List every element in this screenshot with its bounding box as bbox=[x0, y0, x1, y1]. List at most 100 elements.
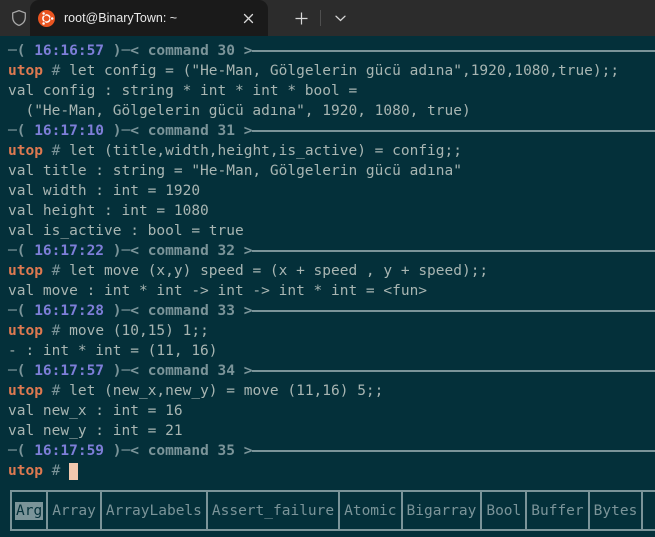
prompt-word: utop bbox=[8, 261, 43, 281]
output-line: val is_active : bool = true bbox=[8, 221, 655, 241]
prompt-header-line: ─( 16:17:59 )─< command 35 > bbox=[8, 441, 655, 461]
command-number-label: )─< command 31 > bbox=[104, 121, 252, 141]
separator-rule bbox=[252, 130, 655, 132]
prompt-header-line: ─( 16:17:57 )─< command 34 > bbox=[8, 361, 655, 381]
frame-text: ─( bbox=[8, 441, 34, 461]
separator-rule bbox=[252, 50, 655, 52]
command-number-label: )─< command 34 > bbox=[104, 361, 252, 381]
completion-bar-filler bbox=[643, 492, 655, 529]
output-text: val config : string * int * int * bool = bbox=[8, 81, 357, 101]
output-text: ("He-Man, Gölgelerin gücü adına", 1920, … bbox=[8, 101, 471, 121]
output-line: val new_x : int = 16 bbox=[8, 401, 655, 421]
command-number-label: )─< command 30 > bbox=[104, 41, 252, 61]
prompt-time: 16:17:22 bbox=[34, 241, 104, 261]
tab-title: root@BinaryTown: ~ bbox=[64, 11, 236, 25]
prompt-word: utop bbox=[8, 381, 43, 401]
output-text: val new_x : int = 16 bbox=[8, 401, 183, 421]
completion-item-label: ArrayLabels bbox=[105, 502, 203, 520]
prompt-header-line: ─( 16:16:57 )─< command 30 > bbox=[8, 41, 655, 61]
tab-close-icon[interactable] bbox=[236, 6, 260, 30]
active-prompt-line: utop # bbox=[8, 461, 655, 481]
output-line: val width : int = 1920 bbox=[8, 181, 655, 201]
tab-dropdown-button[interactable] bbox=[326, 4, 354, 32]
frame-text: ─( bbox=[8, 241, 34, 261]
prompt-word: utop bbox=[8, 461, 43, 481]
prompt-time: 16:17:10 bbox=[34, 121, 104, 141]
command-text: move (10,15) 1;; bbox=[69, 321, 209, 341]
command-text: let config = ("He-Man, Gölgelerin gücü a… bbox=[69, 61, 619, 81]
command-text: let (new_x,new_y) = move (11,16) 5;; bbox=[69, 381, 383, 401]
admin-shield-icon bbox=[9, 8, 29, 28]
completion-item: ArrayLabels bbox=[102, 492, 208, 529]
command-text: let (title,width,height,is_active) = con… bbox=[69, 141, 462, 161]
prompt-time: 16:16:57 bbox=[34, 41, 104, 61]
output-line: val move : int * int -> int -> int * int… bbox=[8, 281, 655, 301]
command-input-line: utop # let (title,width,height,is_active… bbox=[8, 141, 655, 161]
output-line: val title : string = "He-Man, Gölgelerin… bbox=[8, 161, 655, 181]
completion-item-label: Buffer bbox=[530, 502, 584, 520]
prompt-header-line: ─( 16:17:10 )─< command 31 > bbox=[8, 121, 655, 141]
separator-rule bbox=[252, 370, 655, 372]
command-input-line: utop # let (new_x,new_y) = move (11,16) … bbox=[8, 381, 655, 401]
completion-item-label: Bigarray bbox=[406, 502, 478, 520]
prompt-header-line: ─( 16:17:28 )─< command 33 > bbox=[8, 301, 655, 321]
prompt-time: 16:17:28 bbox=[34, 301, 104, 321]
prompt-symbol: # bbox=[43, 381, 69, 401]
window-titlebar: root@BinaryTown: ~ bbox=[0, 0, 655, 36]
output-line: val height : int = 1080 bbox=[8, 201, 655, 221]
frame-text: ─( bbox=[8, 121, 34, 141]
completion-item-label: Assert_failure bbox=[211, 502, 335, 520]
command-input-line: utop # move (10,15) 1;; bbox=[8, 321, 655, 341]
prompt-symbol: # bbox=[43, 61, 69, 81]
output-text: val height : int = 1080 bbox=[8, 201, 209, 221]
output-line: val config : string * int * int * bool = bbox=[8, 81, 655, 101]
completion-item: Arg bbox=[12, 492, 48, 529]
ubuntu-icon bbox=[38, 10, 55, 27]
completion-item: Assert_failure bbox=[208, 492, 340, 529]
terminal-tab[interactable]: root@BinaryTown: ~ bbox=[30, 0, 268, 36]
completion-item: Atomic bbox=[340, 492, 402, 529]
separator-rule bbox=[252, 450, 655, 452]
prompt-header-line: ─( 16:17:22 )─< command 32 > bbox=[8, 241, 655, 261]
output-text: val width : int = 1920 bbox=[8, 181, 200, 201]
separator-rule bbox=[252, 250, 655, 252]
completion-item: Bigarray bbox=[403, 492, 483, 529]
completion-item-selected-label: Arg bbox=[15, 502, 43, 520]
terminal-screen[interactable]: ─( 16:16:57 )─< command 30 >utop # let c… bbox=[0, 36, 655, 537]
command-input-line: utop # let config = ("He-Man, Gölgelerin… bbox=[8, 61, 655, 81]
prompt-symbol: # bbox=[43, 261, 69, 281]
output-line: ("He-Man, Gölgelerin gücü adına", 1920, … bbox=[8, 101, 655, 121]
prompt-symbol: # bbox=[43, 141, 69, 161]
separator-rule bbox=[252, 310, 655, 312]
command-input-line: utop # let move (x,y) speed = (x + speed… bbox=[8, 261, 655, 281]
prompt-word: utop bbox=[8, 61, 43, 81]
prompt-time: 16:17:59 bbox=[34, 441, 104, 461]
completion-item-label: Array bbox=[51, 502, 97, 520]
output-text: - : int * int = (11, 16) bbox=[8, 341, 218, 361]
output-text: val new_y : int = 21 bbox=[8, 421, 183, 441]
output-text: val move : int * int -> int -> int * int… bbox=[8, 281, 427, 301]
prompt-symbol: # bbox=[43, 461, 69, 481]
completion-item: Array bbox=[48, 492, 102, 529]
output-text: val is_active : bool = true bbox=[8, 221, 244, 241]
command-number-label: )─< command 32 > bbox=[104, 241, 252, 261]
terminal-lines: ─( 16:16:57 )─< command 30 >utop # let c… bbox=[8, 41, 655, 481]
frame-text: ─( bbox=[8, 41, 34, 61]
text-cursor bbox=[69, 463, 78, 480]
completion-item-label: Bytes bbox=[593, 502, 639, 520]
command-text: let move (x,y) speed = (x + speed , y + … bbox=[69, 261, 488, 281]
frame-text: ─( bbox=[8, 301, 34, 321]
completion-item: Bool bbox=[482, 492, 527, 529]
new-tab-button[interactable] bbox=[286, 4, 316, 32]
command-number-label: )─< command 33 > bbox=[104, 301, 252, 321]
completion-item: Bytes bbox=[590, 492, 644, 529]
output-line: val new_y : int = 21 bbox=[8, 421, 655, 441]
prompt-word: utop bbox=[8, 141, 43, 161]
command-number-label: )─< command 35 > bbox=[104, 441, 252, 461]
completion-item: Buffer bbox=[527, 492, 589, 529]
frame-text: ─( bbox=[8, 361, 34, 381]
prompt-time: 16:17:57 bbox=[34, 361, 104, 381]
output-line: - : int * int = (11, 16) bbox=[8, 341, 655, 361]
output-text: val title : string = "He-Man, Gölgelerin… bbox=[8, 161, 462, 181]
completion-item-label: Bool bbox=[485, 502, 522, 520]
